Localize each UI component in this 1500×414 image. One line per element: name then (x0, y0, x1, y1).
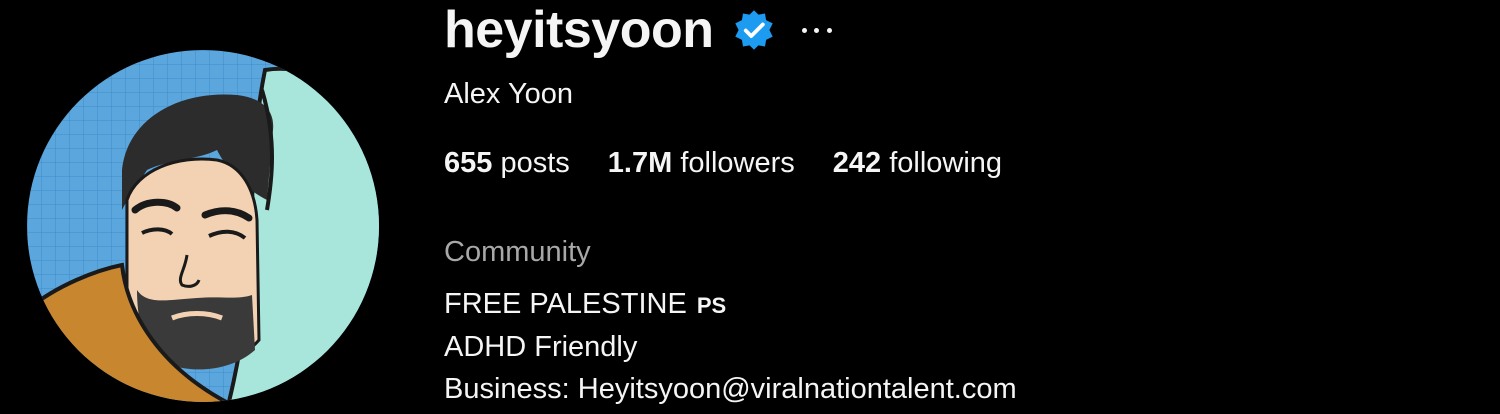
avatar-illustration (27, 50, 379, 402)
bio-business-email[interactable]: Business: Heyitsyoon@viralnationtalent.c… (444, 371, 1017, 407)
stat-followers-label: followers (680, 147, 795, 179)
stat-followers[interactable]: 1.7M followers (608, 145, 795, 181)
stat-following[interactable]: 242 following (833, 145, 1002, 181)
stat-followers-value: 1.7M (607, 147, 673, 179)
profile-stats: 655 posts 1.7M followers 242 following (444, 145, 1040, 181)
stat-following-value: 242 (832, 147, 882, 179)
username-row: heyitsyoon (444, 0, 832, 60)
flag-icon: PS (696, 293, 727, 318)
profile-category: Community (444, 236, 591, 268)
username: heyitsyoon (444, 1, 714, 59)
verified-badge-icon (732, 8, 776, 52)
stat-posts[interactable]: 655 posts (444, 145, 570, 181)
bio-line-2: ADHD Friendly (444, 331, 638, 363)
stat-posts-value: 655 (444, 147, 493, 179)
more-options-icon[interactable] (801, 25, 832, 35)
stat-following-label: following (889, 147, 1003, 179)
bio-line-1-text: FREE PALESTINE (444, 288, 687, 320)
full-name: Alex Yoon (444, 78, 574, 110)
profile-avatar[interactable] (27, 50, 379, 402)
stat-posts-label: posts (500, 147, 570, 179)
bio-line-1: FREE PALESTINE PS (444, 286, 726, 324)
